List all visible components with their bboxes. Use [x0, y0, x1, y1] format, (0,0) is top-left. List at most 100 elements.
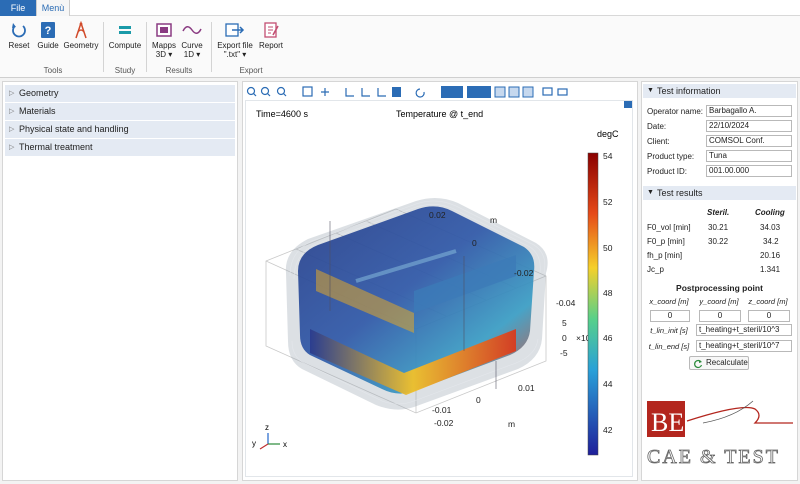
group-label-export: Export [239, 66, 263, 75]
t-lin-init-label: t_lin_init [s] [650, 326, 688, 335]
postprocessing-title: Postprocessing point [676, 283, 763, 293]
operator-name-field[interactable]: Barbagallo A. [706, 105, 792, 117]
group-label-tools: Tools [43, 66, 63, 75]
graphics-canvas[interactable]: Time=4600 s Temperature @ t_end degC 0.0… [245, 100, 633, 477]
view-mode-dropdown[interactable] [441, 86, 463, 98]
z-tick-label: -5 [560, 348, 568, 358]
menu-tab[interactable]: Menù [36, 0, 70, 16]
client-field[interactable]: COMSOL Conf. [706, 135, 792, 147]
x-axis-unit: m [508, 419, 515, 429]
compute-button[interactable]: Compute [108, 21, 142, 50]
y-tick-label: -0.02 [514, 268, 534, 278]
collapse-triangle-icon: ▼ [647, 189, 654, 196]
zoom-out-icon[interactable] [260, 86, 271, 97]
z-tick-label: 5 [562, 318, 567, 328]
camera-icon[interactable] [542, 87, 553, 96]
refresh-icon [694, 359, 703, 369]
rotate-icon[interactable] [415, 88, 425, 98]
wireframe-icon[interactable] [494, 86, 506, 98]
tree-item-geometry[interactable]: ▷ Geometry [5, 85, 235, 102]
logo-text: CAE & TEST [647, 446, 780, 468]
product-id-field[interactable]: 001.00.000 [706, 165, 792, 177]
result-row-label: F0_vol [min] [647, 223, 691, 232]
operator-name-label: Operator name: [647, 107, 704, 116]
recalculate-button[interactable]: Recalculate [689, 356, 749, 370]
geometry-icon [75, 21, 87, 39]
x-tick-label: -0.02 [434, 418, 454, 428]
triad-y-label: y [252, 439, 256, 448]
t-lin-end-label: t_lin_end [s] [648, 342, 690, 351]
menu-bar: File Menù [0, 0, 800, 16]
x-coord-input[interactable]: 0 [650, 310, 690, 322]
colorbar-tick: 52 [603, 197, 613, 207]
temperature-surface-plot: Time=4600 s Temperature @ t_end degC 0.0… [252, 109, 619, 456]
triad-z-label: z [265, 423, 269, 432]
logo-mark: BE [651, 408, 684, 437]
test-information-header[interactable]: ▼ Test information [643, 84, 796, 98]
result-row-label: Jc_p [647, 265, 664, 274]
mapps-3d-button[interactable]: Mapps 3D ▾ [151, 21, 177, 59]
view-yz-icon[interactable] [361, 88, 370, 97]
y-tick-label: 0 [472, 238, 477, 248]
tree-item-materials[interactable]: ▷ Materials [5, 103, 235, 120]
t-lin-init-input[interactable]: t_heating+t_steril/10^3 [696, 324, 792, 336]
x-tick-label: -0.01 [432, 405, 452, 415]
date-field[interactable]: 22/10/2024 [706, 120, 792, 132]
view-xy-icon[interactable] [345, 88, 354, 97]
guide-button[interactable]: ? Guide [36, 21, 60, 50]
curve-1d-button[interactable]: Curve 1D ▾ [180, 21, 204, 59]
y-axis-unit: m [490, 215, 497, 225]
cae-test-logo: BE CAE & TEST [643, 393, 796, 478]
help-icon: ? [41, 22, 55, 38]
z-coord-input[interactable]: 0 [748, 310, 790, 322]
expand-triangle-icon: ▷ [9, 144, 15, 151]
result-cooling-value: 20.16 [760, 251, 781, 260]
col-header-cooling: Cooling [755, 208, 785, 217]
export-file-button[interactable]: Export file ".txt" ▾ [216, 21, 254, 59]
tree-item-physical-state[interactable]: ▷ Physical state and handling [5, 121, 235, 138]
y-coord-input[interactable]: 0 [699, 310, 741, 322]
zoom-box-icon[interactable] [276, 86, 287, 97]
grid-icon[interactable] [522, 86, 534, 98]
file-menu[interactable]: File [0, 0, 36, 16]
plot-title: Temperature @ t_end [396, 109, 483, 119]
y-coord-label: y_coord [m] [699, 297, 739, 306]
result-cooling-value: 34.03 [760, 223, 781, 232]
x-coord-label: x_coord [m] [649, 297, 689, 306]
test-results-header[interactable]: ▼ Test results [643, 186, 796, 200]
ribbon-separator [146, 22, 147, 72]
collapse-triangle-icon: ▼ [647, 87, 654, 94]
ribbon: Reset ? Guide Geometry Tools Compute Stu… [0, 16, 800, 78]
reset-button[interactable]: Reset [6, 21, 32, 50]
axis-orientation-icon[interactable] [321, 88, 329, 96]
product-type-field[interactable]: Tuna [706, 150, 792, 162]
report-icon [264, 22, 279, 38]
client-label: Client: [647, 137, 670, 146]
zoom-in-icon[interactable] [246, 86, 257, 97]
zoom-extents-icon[interactable] [302, 86, 313, 97]
colorbar-tick: 48 [603, 288, 613, 298]
expand-graphics-icon[interactable] [624, 101, 632, 108]
compute-icon [119, 26, 131, 34]
view-zx-icon[interactable] [377, 88, 386, 97]
surface-plot-icon [156, 23, 172, 37]
colorbar-tick: 44 [603, 379, 613, 389]
render-mode-dropdown[interactable] [467, 86, 491, 98]
colorbar-tick: 54 [603, 151, 613, 161]
transparency-icon[interactable] [508, 86, 520, 98]
z-tick-label: 0 [562, 333, 567, 343]
report-button[interactable]: Report [258, 21, 284, 50]
result-row-label: fh_p [min] [647, 251, 683, 260]
group-label-study: Study [114, 66, 136, 75]
print-icon[interactable] [557, 88, 568, 96]
z-tick-label: -0.04 [556, 298, 576, 308]
colorbar [587, 152, 599, 456]
expand-triangle-icon: ▷ [9, 90, 15, 97]
expand-triangle-icon: ▷ [9, 126, 15, 133]
expand-triangle-icon: ▷ [9, 108, 15, 115]
x-tick-label: 0 [476, 395, 481, 405]
t-lin-end-input[interactable]: t_heating+t_steril/10^7 [696, 340, 792, 352]
legend-toggle-icon[interactable] [392, 87, 401, 97]
tree-item-thermal-treatment[interactable]: ▷ Thermal treatment [5, 139, 235, 156]
geometry-button[interactable]: Geometry [63, 21, 99, 50]
